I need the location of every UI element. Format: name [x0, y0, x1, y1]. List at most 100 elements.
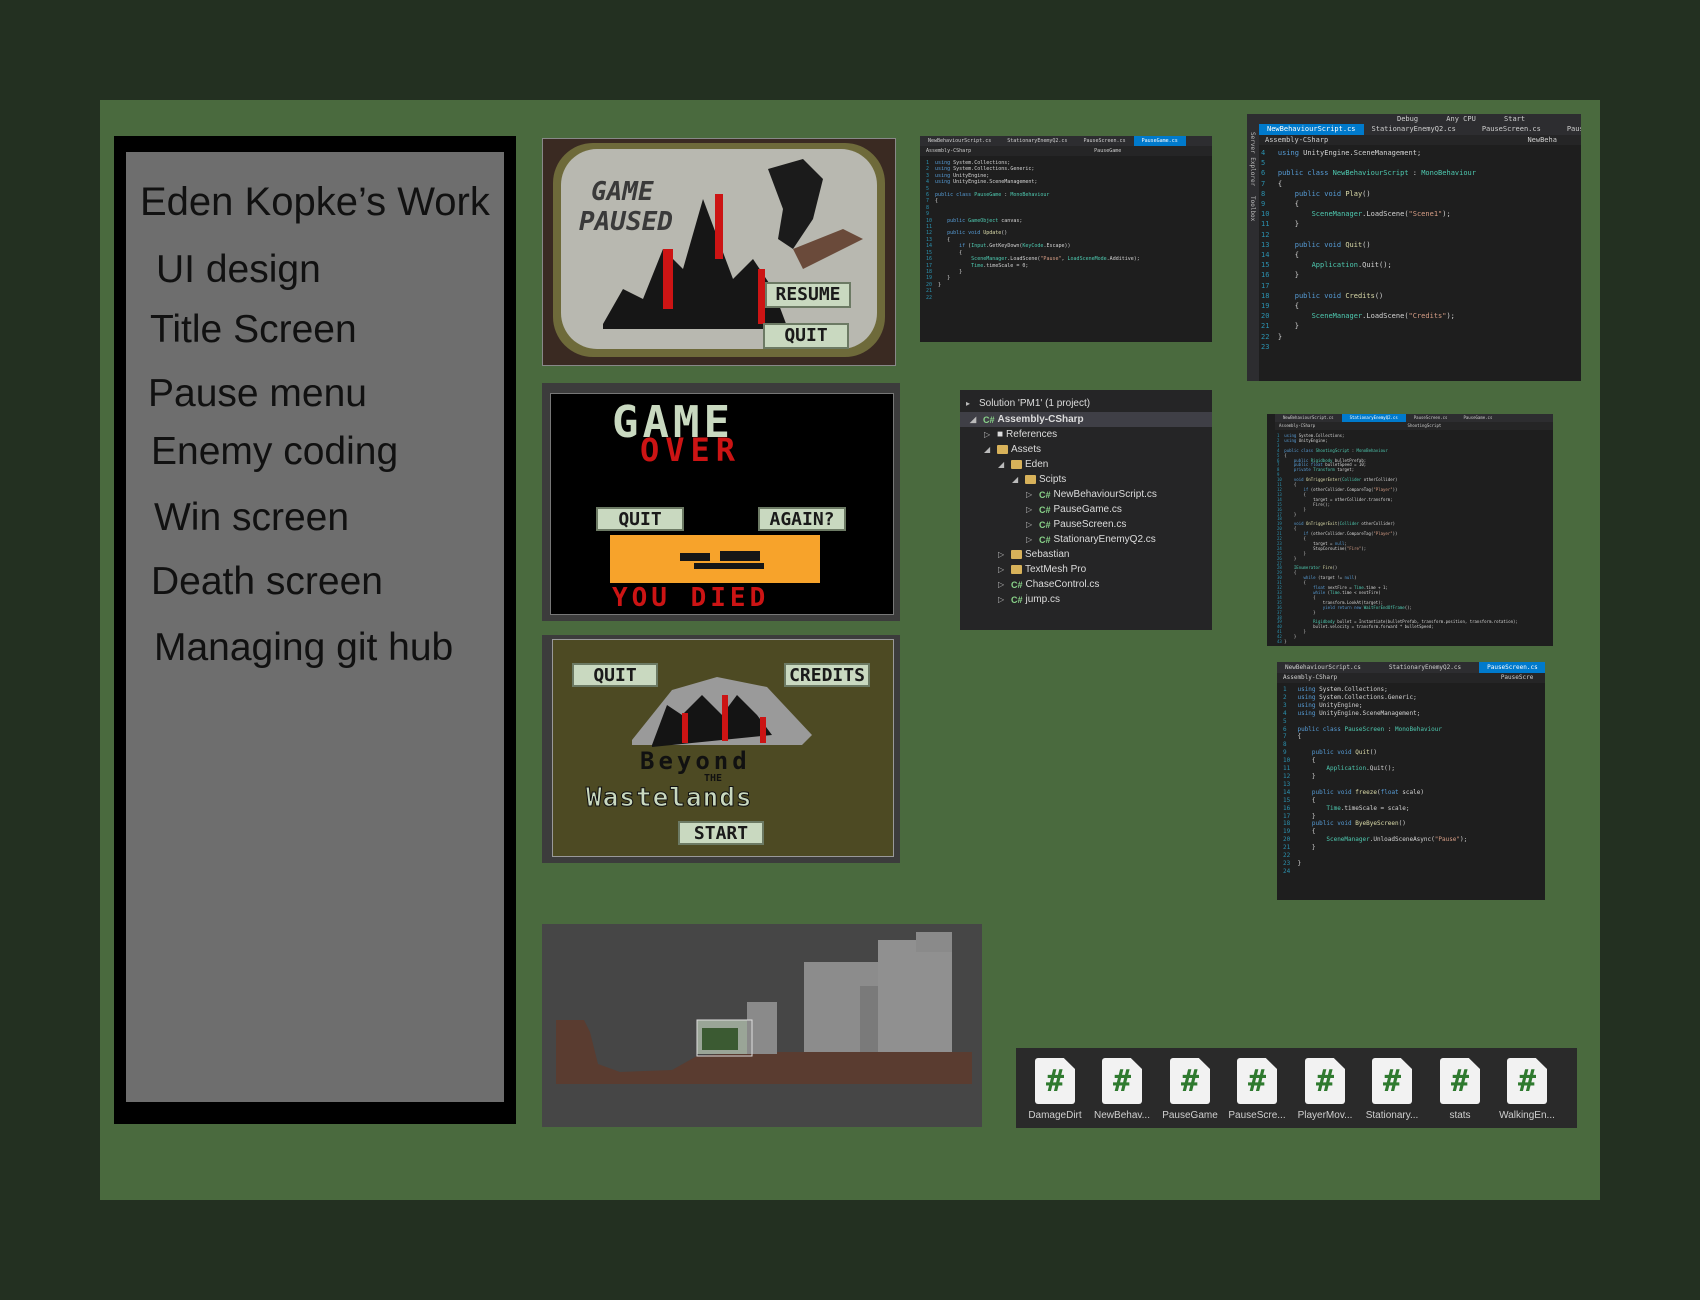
assets-label: Assets: [1011, 444, 1042, 455]
tab-pausegame[interactable]: PauseGame.cs: [1455, 414, 1500, 422]
file-name: PauseGame: [1162, 1110, 1218, 1121]
sidebar-item-enemy-coding: Enemy coding: [151, 430, 399, 473]
csharp-script-icon: #: [1507, 1058, 1547, 1104]
pause-quit-button[interactable]: QUIT: [763, 323, 849, 349]
sidebar-item-title-screen: Title Screen: [150, 308, 357, 351]
csharp-script-icon: #: [1102, 1058, 1142, 1104]
pausegame-code-editor: NewBehaviourScript.cs StationaryEnemyQ2.…: [920, 136, 1212, 342]
file-row-jump[interactable]: ▷ C# jump.cs: [998, 594, 1060, 605]
tab-stationaryenemyq2[interactable]: StationaryEnemyQ2.cs: [1381, 662, 1469, 673]
file-item-stationary[interactable]: # Stationary...: [1363, 1058, 1421, 1121]
file-label: ChaseControl.cs: [1025, 579, 1100, 590]
file-item-pausescre[interactable]: # PauseScre...: [1228, 1058, 1286, 1121]
folder-icon: [1011, 550, 1022, 559]
file-name: Stationary...: [1365, 1110, 1419, 1121]
tab-newbehaviourscript[interactable]: NewBehaviourScript.cs: [1259, 124, 1364, 135]
file-name: WalkingEn...: [1499, 1110, 1555, 1121]
csharp-script-icon: #: [1170, 1058, 1210, 1104]
platform-dropdown[interactable]: Any CPU: [1446, 115, 1476, 123]
pausegame-code: 1 using System.Collections; 2 using Syst…: [926, 160, 1140, 301]
folder-icon: [1025, 475, 1036, 484]
assembly-dropdown[interactable]: Assembly-CSharp: [1279, 423, 1315, 428]
member-dropdown[interactable]: PauseGame: [1094, 148, 1121, 154]
skull-art: [680, 551, 764, 569]
csharp-script-icon: #: [1035, 1058, 1075, 1104]
tab-stationaryenemyq2[interactable]: StationaryEnemyQ2.cs: [999, 136, 1075, 146]
assembly-dropdown[interactable]: Assembly-CSharp: [1265, 136, 1328, 144]
file-label: StationaryEnemyQ2.cs: [1053, 534, 1156, 545]
folder-icon: [1011, 565, 1022, 574]
file-label: NewBehaviourScript.cs: [1053, 489, 1157, 500]
sidebar-panel: Eden Kopke’s Work UI design Title Screen…: [126, 152, 504, 1102]
member-dropdown[interactable]: ShootingScript: [1408, 423, 1442, 428]
tab-pausescreen[interactable]: PauseScreen.cs: [1474, 124, 1549, 135]
scipts-label: Scipts: [1039, 474, 1067, 485]
stationary-member-bar: Assembly-CSharp ShootingScript: [1275, 422, 1553, 430]
file-item-stats[interactable]: # stats: [1431, 1058, 1489, 1121]
file-row-pausescreen[interactable]: ▷ C# PauseScreen.cs: [1026, 519, 1126, 530]
file-item-pausegame[interactable]: # PauseGame: [1161, 1058, 1219, 1121]
title-screen-screenshot: QUIT CREDITS Beyond THE Wastelands START: [542, 635, 900, 863]
eden-folder-row[interactable]: ◢ Eden: [998, 459, 1048, 470]
tab-newbehaviourscript[interactable]: NewBehaviourScript.cs: [920, 136, 999, 146]
logo-line3: Wastelands: [586, 783, 753, 814]
file-item-playermov[interactable]: # PlayerMov...: [1296, 1058, 1354, 1121]
logo-line1: Beyond: [640, 747, 751, 775]
tab-pausescreen[interactable]: PauseScreen.cs: [1075, 136, 1133, 146]
start-debug-button[interactable]: Start: [1504, 115, 1525, 123]
start-button[interactable]: START: [678, 821, 764, 845]
file-item-newbehav[interactable]: # NewBehav...: [1093, 1058, 1151, 1121]
tab-pausescreen[interactable]: PauseScreen.cs: [1479, 662, 1545, 673]
level-scene-view: [542, 924, 982, 1127]
file-name: PauseScre...: [1228, 1110, 1286, 1121]
newbehaviour-code: 4 using UnityEngine.SceneManagement; 5 6…: [1261, 149, 1476, 351]
folder-icon: [997, 445, 1008, 454]
file-name: DamageDirt: [1028, 1110, 1082, 1121]
file-item-damagedirt[interactable]: # DamageDirt: [1026, 1058, 1084, 1121]
sidebar-item-pause-menu: Pause menu: [148, 372, 367, 415]
file-item-walkingen[interactable]: # WalkingEn...: [1498, 1058, 1556, 1121]
member-dropdown[interactable]: PauseScre: [1501, 674, 1534, 681]
references-icon: ■: [997, 429, 1004, 440]
server-explorer-label[interactable]: Server Explorer: [1249, 132, 1256, 186]
textmeshpro-label: TextMesh Pro: [1025, 564, 1087, 575]
references-row[interactable]: ▷ ■ References: [984, 429, 1057, 440]
tab-stationaryenemyq2[interactable]: StationaryEnemyQ2.cs: [1341, 414, 1406, 422]
assembly-dropdown[interactable]: Assembly-CSharp: [926, 148, 971, 154]
textmeshpro-folder-row[interactable]: ▷ TextMesh Pro: [998, 564, 1086, 575]
file-row-newbehaviourscript[interactable]: ▷ C# NewBehaviourScript.cs: [1026, 489, 1157, 500]
csharp-file-icon: C#: [1039, 534, 1051, 545]
tab-newbehaviourscript[interactable]: NewBehaviourScript.cs: [1275, 414, 1342, 422]
csharp-script-icon: #: [1372, 1058, 1412, 1104]
pausescreen-code: 1 using System.Collections; 2 using Syst…: [1283, 686, 1468, 875]
member-dropdown[interactable]: NewBeha: [1527, 136, 1557, 144]
newbehaviour-member-bar: Assembly-CSharp NewBeha: [1259, 135, 1581, 145]
sidebar-frame: Eden Kopke’s Work UI design Title Screen…: [114, 136, 516, 1124]
death-banner: [610, 535, 820, 583]
file-name: PlayerMov...: [1297, 1110, 1353, 1121]
assembly-csharp-row[interactable]: ◢ C# Assembly-CSharp: [970, 414, 1084, 425]
try-again-button[interactable]: AGAIN?: [758, 507, 846, 531]
death-quit-button[interactable]: QUIT: [596, 507, 684, 531]
tab-stationaryenemyq2[interactable]: StationaryEnemyQ2.cs: [1364, 124, 1464, 135]
scipts-folder-row[interactable]: ◢ Scipts: [1012, 474, 1066, 485]
tab-pausescreen[interactable]: PauseScreen.cs: [1406, 414, 1456, 422]
sebastian-folder-row[interactable]: ▷ Sebastian: [998, 549, 1069, 560]
file-row-pausegame[interactable]: ▷ C# PauseGame.cs: [1026, 504, 1122, 515]
pause-title-line2: PAUSED: [579, 207, 673, 237]
pause-title-line1: GAME: [591, 177, 654, 207]
assets-folder-row[interactable]: ◢ Assets: [984, 444, 1041, 455]
resume-button[interactable]: RESUME: [765, 282, 851, 308]
file-row-chasecontrol[interactable]: ▷ C# ChaseControl.cs: [998, 579, 1099, 590]
toolbox-label[interactable]: Toolbox: [1249, 196, 1256, 221]
tab-pause[interactable]: Pause: [1559, 124, 1581, 135]
assembly-dropdown[interactable]: Assembly-CSharp: [1283, 674, 1337, 681]
pausescreen-code-editor: NewBehaviourScript.cs StationaryEnemyQ2.…: [1277, 662, 1545, 900]
file-row-stationaryenemyq2[interactable]: ▷ C# StationaryEnemyQ2.cs: [1026, 534, 1156, 545]
solution-row[interactable]: ▸ Solution 'PM1' (1 project): [966, 398, 1090, 409]
csharp-script-icon: #: [1237, 1058, 1277, 1104]
tab-pausegame[interactable]: PauseGame.cs: [1133, 136, 1186, 146]
newbehaviour-tabbar: NewBehaviourScript.cs StationaryEnemyQ2.…: [1259, 124, 1581, 135]
tab-newbehaviourscript[interactable]: NewBehaviourScript.cs: [1277, 662, 1369, 673]
debug-config-dropdown[interactable]: Debug: [1397, 115, 1418, 123]
